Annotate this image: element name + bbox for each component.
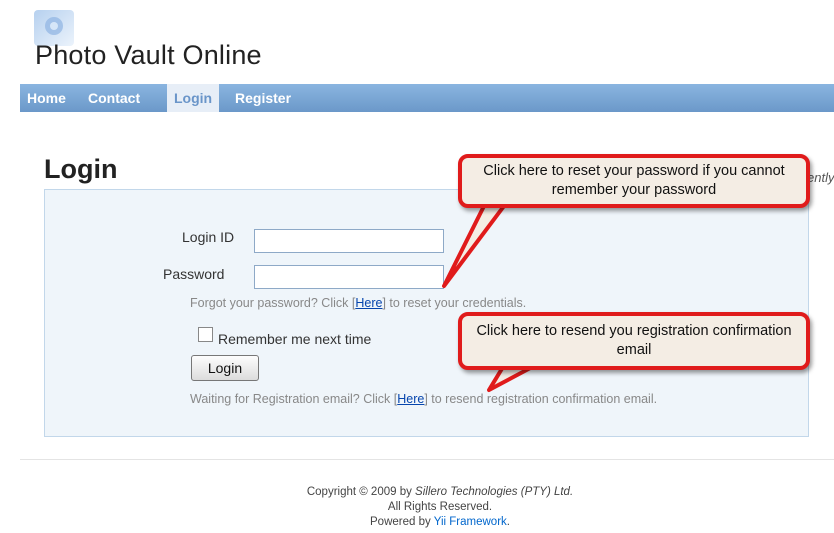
copyright-prefix: Copyright © 2009 by	[306, 486, 416, 498]
checkbox-unchecked-icon[interactable]	[198, 327, 213, 342]
page-title: Login	[44, 154, 118, 184]
footer-divider	[20, 459, 834, 460]
footer: Copyright © 2009 by Sillero Technologies…	[300, 485, 580, 530]
footer-copyright: Copyright © 2009 by Sillero Technologies…	[300, 485, 580, 500]
password-input[interactable]	[254, 265, 444, 289]
truncated-text: ently	[807, 170, 834, 185]
password-label: Password	[163, 266, 225, 282]
footer-powered: Powered by Yii Framework.	[300, 515, 580, 530]
reset-password-callout: Click here to reset your password if you…	[458, 154, 810, 208]
forgot-password-link[interactable]: Here	[355, 296, 382, 310]
forgot-password-hint: Forgot your password? Click [Here] to re…	[190, 294, 526, 313]
resend-registration-hint: Waiting for Registration email? Click [H…	[190, 390, 790, 409]
footer-rights: All Rights Reserved.	[387, 501, 493, 513]
powered-prefix: Powered by	[370, 516, 434, 528]
forgot-suffix: ] to reset your credentials.	[382, 296, 527, 310]
nav-contact[interactable]: Contact	[81, 84, 147, 112]
main-menu: Home Contact Login Register	[20, 84, 834, 112]
login-id-input[interactable]	[254, 229, 444, 253]
login-id-label: Login ID	[182, 229, 235, 245]
resend-prefix: Waiting for Registration email? Click [	[190, 392, 398, 406]
powered-suffix: .	[506, 516, 510, 528]
resend-registration-link[interactable]: Here	[397, 392, 424, 406]
nav-register[interactable]: Register	[228, 84, 298, 112]
site-title: Photo Vault Online	[35, 40, 262, 70]
resend-email-callout: Click here to resend you registration co…	[458, 312, 810, 370]
nav-home[interactable]: Home	[20, 84, 73, 112]
yii-framework-link[interactable]: Yii Framework	[434, 516, 507, 528]
company-name: Sillero Technologies (PTY) Ltd.	[415, 486, 574, 498]
remember-me-label[interactable]: Remember me next time	[218, 331, 371, 347]
login-button[interactable]: Login	[191, 355, 259, 381]
nav-login[interactable]: Login	[167, 84, 220, 112]
forgot-prefix: Forgot your password? Click [	[190, 296, 356, 310]
resend-suffix: ] to resend registration confirmation em…	[424, 392, 658, 406]
